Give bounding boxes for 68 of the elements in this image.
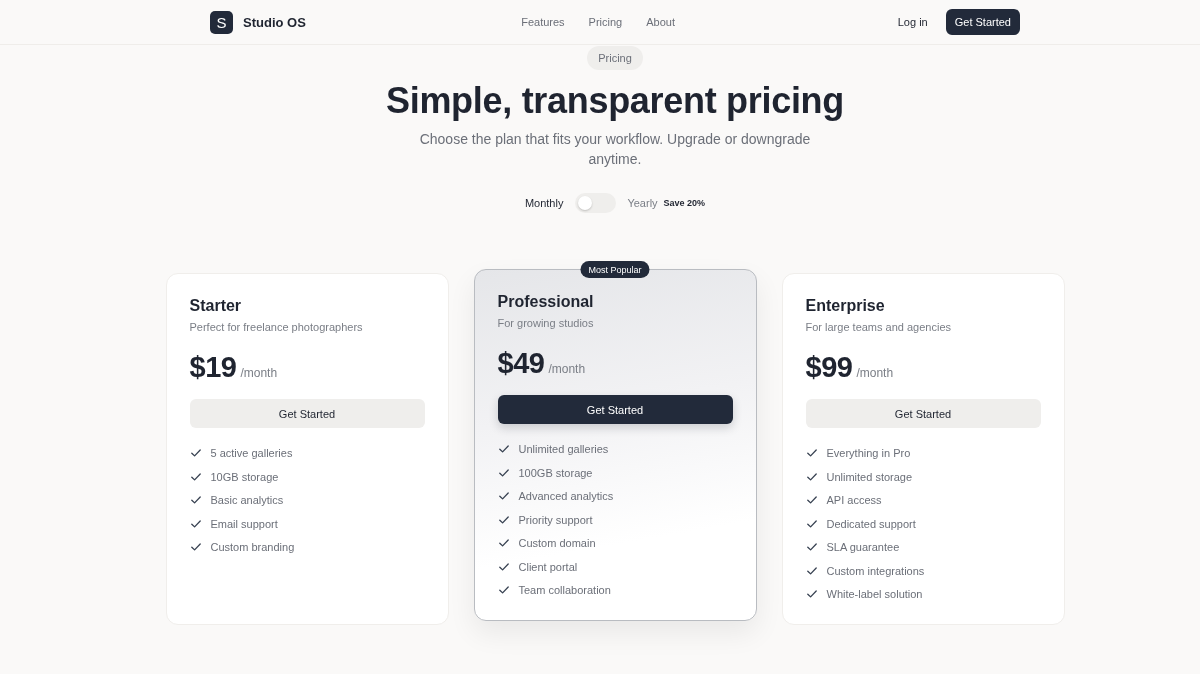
plan-price: $49 <box>497 346 545 380</box>
nav-link[interactable]: Features <box>521 16 565 28</box>
feature-text: Unlimited galleries <box>518 443 609 455</box>
feature-text: White-label solution <box>826 588 923 600</box>
plan-name: Starter <box>189 296 243 316</box>
feature-text: Custom branding <box>210 541 295 553</box>
plan-price: $99 <box>805 350 853 384</box>
feature-text: 5 active galleries <box>210 447 293 459</box>
plan-button[interactable]: Get Started <box>805 399 1041 428</box>
feature-text: Priority support <box>518 513 593 526</box>
feature-text: Unlimited storage <box>826 470 913 483</box>
check-icon <box>806 449 817 457</box>
page-subtitle: Choose the plan that fits your workflow. Upgrade or downgrade anytime. <box>418 130 812 169</box>
login-link[interactable]: Log in <box>897 14 928 30</box>
check-icon <box>806 543 817 551</box>
check-icon <box>498 586 509 594</box>
plan-description: For growing studios <box>497 316 595 331</box>
check-icon <box>190 543 201 551</box>
feature-text: 100GB storage <box>518 466 593 479</box>
popular-badge: Most Popular <box>580 261 650 278</box>
price-period: /month <box>856 366 894 380</box>
plan-description: Perfect for freelance photographers <box>189 320 364 335</box>
section-tag: Pricing <box>587 46 643 70</box>
feature-text: Email support <box>210 517 278 530</box>
logo-mark: S <box>210 10 233 34</box>
check-icon <box>190 449 201 457</box>
feature-text: SLA guarantee <box>826 541 900 553</box>
monthly-label: Monthly <box>524 197 564 209</box>
nav-link[interactable]: Pricing <box>588 16 623 28</box>
plan-name: Professional <box>497 292 595 312</box>
feature-text: 10GB storage <box>210 470 279 483</box>
check-icon <box>806 472 817 481</box>
check-icon <box>498 468 509 477</box>
check-icon <box>498 445 509 453</box>
check-icon <box>806 566 817 575</box>
check-icon <box>498 515 509 524</box>
feature-text: Custom domain <box>518 537 596 549</box>
plan-button[interactable]: Get Started <box>189 399 425 428</box>
check-icon <box>806 519 817 528</box>
check-icon <box>498 492 509 500</box>
check-icon <box>806 496 817 504</box>
plan-description: For large teams and agencies <box>805 320 953 335</box>
plan-name: Enterprise <box>805 296 886 316</box>
feature-text: Client portal <box>518 560 578 573</box>
check-icon <box>190 472 201 481</box>
plan-price: $19 <box>189 350 237 384</box>
feature-text: Basic analytics <box>210 494 284 506</box>
feature-text: Custom integrations <box>826 564 925 577</box>
feature-text: Advanced analytics <box>518 490 614 502</box>
yearly-label: Yearly <box>627 197 658 209</box>
feature-text: API access <box>826 494 882 506</box>
price-period: /month <box>240 366 278 380</box>
feature-text: Dedicated support <box>826 517 916 530</box>
get-started-button[interactable]: Get Started <box>945 9 1020 35</box>
brand-name: Studio OS <box>243 14 306 30</box>
check-icon <box>498 539 509 547</box>
check-icon <box>498 562 509 571</box>
feature-text: Team collaboration <box>518 584 611 596</box>
price-period: /month <box>548 362 586 376</box>
plan-button[interactable]: Get Started <box>497 395 733 424</box>
page-title: Simple, transparent pricing <box>386 80 844 121</box>
nav-link[interactable]: About <box>646 16 675 28</box>
check-icon <box>190 519 201 528</box>
discount-label: Save 20% <box>663 198 706 208</box>
check-icon <box>806 590 817 598</box>
feature-text: Everything in Pro <box>826 447 911 459</box>
billing-toggle[interactable] <box>575 193 617 213</box>
check-icon <box>190 496 201 504</box>
